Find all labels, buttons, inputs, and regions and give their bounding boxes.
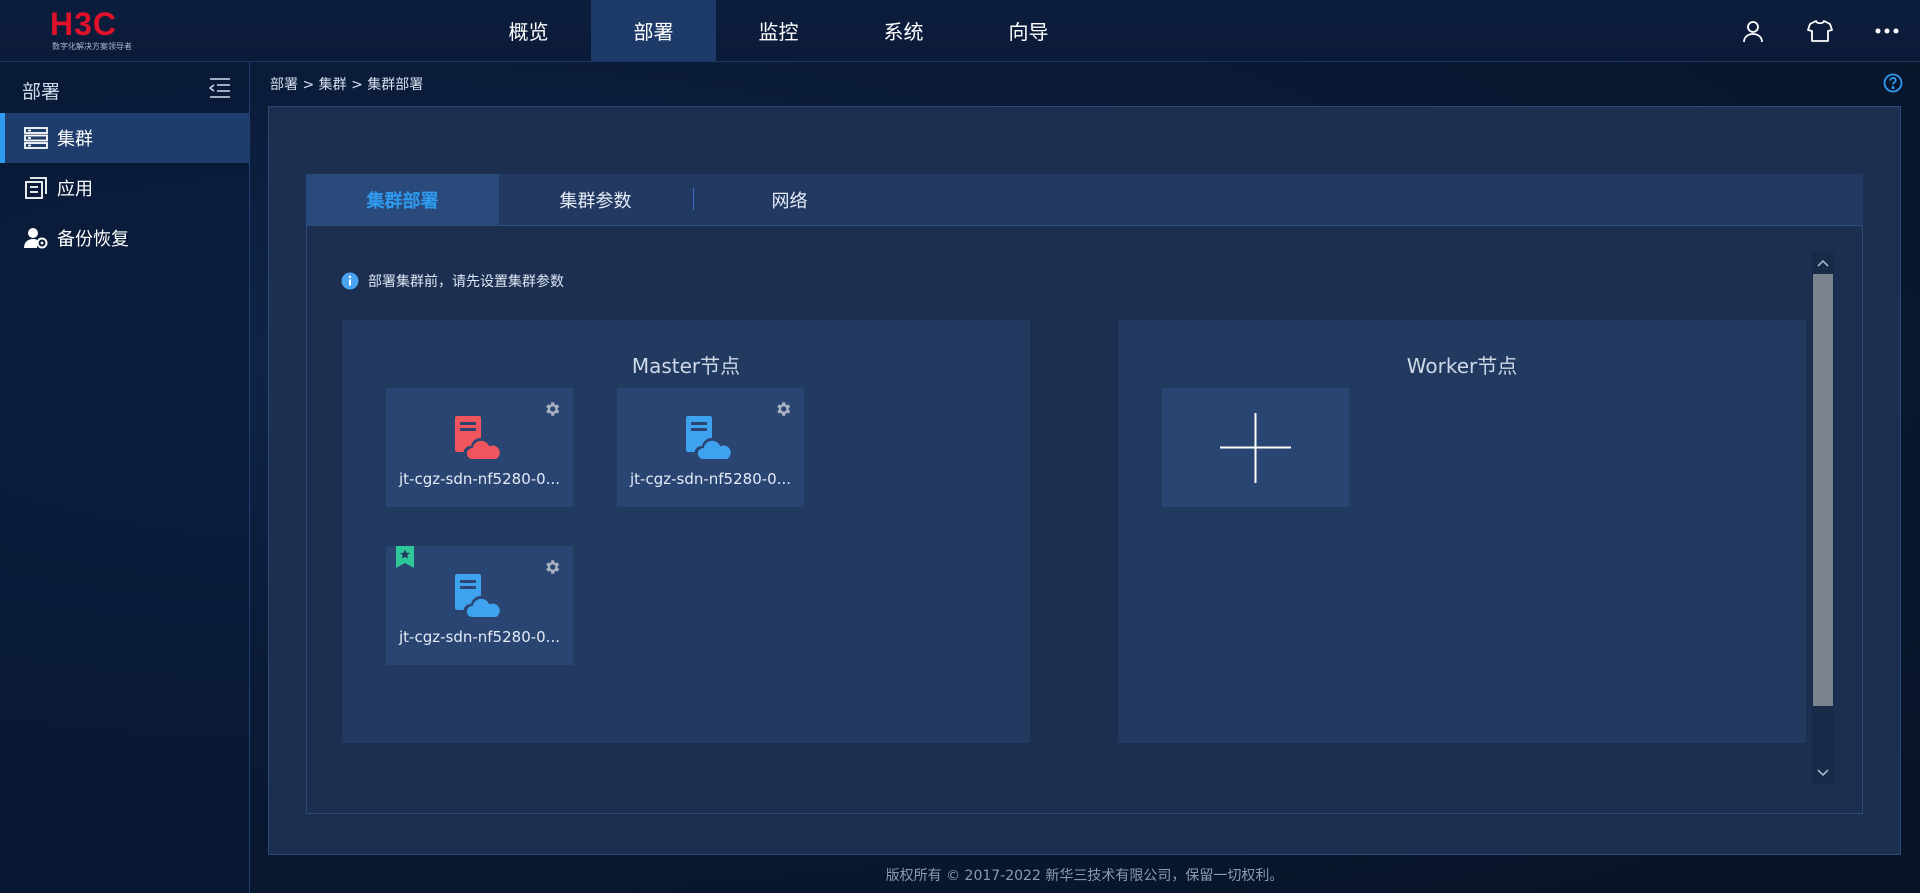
scroll-down-icon[interactable]: [1812, 764, 1834, 782]
shirt-icon[interactable]: [1786, 0, 1853, 61]
vertical-scrollbar[interactable]: [1812, 252, 1834, 784]
sidebar-title: 部署: [22, 81, 61, 103]
logo-subtitle: 数字化解决方案领导者: [52, 42, 132, 51]
sidebar-item-cluster[interactable]: 集群: [0, 113, 249, 163]
tab-bar: 集群部署 集群参数 网络: [306, 174, 1863, 226]
more-icon[interactable]: [1853, 0, 1920, 61]
copyright-footer: 版权所有 © 2017-2022 新华三技术有限公司，保留一切权利。: [885, 868, 1284, 884]
server-list-icon: [24, 126, 48, 150]
tab-cluster-params[interactable]: 集群参数: [499, 174, 692, 226]
nav-overview[interactable]: 概览: [466, 0, 591, 61]
server-cloud-icon: [452, 574, 504, 620]
nav-wizard[interactable]: 向导: [966, 0, 1091, 61]
master-group: Master节点 jt-cgz-sdn-nf5280-0... jt-cgz-s…: [342, 320, 1030, 743]
sidebar-item-backup[interactable]: 备份恢复: [0, 213, 249, 263]
sidebar-item-app[interactable]: 应用: [0, 163, 249, 213]
sidebar-list: 集群 应用 备份恢复: [0, 113, 249, 263]
collapse-menu-icon[interactable]: [208, 76, 232, 100]
sidebar: 部署 集群 应用 备份恢复: [0, 62, 250, 893]
server-cloud-icon: [683, 416, 735, 462]
h3c-logo[interactable]: H3C 数字化解决方案领导者: [50, 6, 160, 52]
info-tip: 部署集群前，请先设置集群参数: [341, 271, 564, 291]
sidebar-item-label: 应用: [57, 179, 93, 200]
nav-system[interactable]: 系统: [841, 0, 966, 61]
master-node-3[interactable]: jt-cgz-sdn-nf5280-0...: [386, 546, 573, 665]
master-node-1[interactable]: jt-cgz-sdn-nf5280-0...: [386, 388, 573, 507]
scrollbar-thumb[interactable]: [1813, 274, 1833, 706]
node-label: jt-cgz-sdn-nf5280-0...: [630, 470, 791, 488]
nav-monitor[interactable]: 监控: [716, 0, 841, 61]
info-icon: [341, 272, 359, 290]
nav-deploy[interactable]: 部署: [591, 0, 716, 61]
top-icon-group: [1719, 0, 1920, 61]
tip-text: 部署集群前，请先设置集群参数: [368, 274, 564, 290]
gear-icon[interactable]: [543, 400, 561, 418]
user-icon[interactable]: [1719, 0, 1786, 61]
gear-icon[interactable]: [774, 400, 792, 418]
plus-icon: [1220, 413, 1291, 483]
scroll-up-icon[interactable]: [1812, 254, 1834, 272]
worker-group: Worker节点: [1118, 320, 1806, 743]
star-bookmark-icon: [396, 546, 414, 568]
worker-title: Worker节点: [1406, 354, 1518, 378]
main-nav: 概览 部署 监控 系统 向导: [466, 0, 1091, 61]
tab-network[interactable]: 网络: [693, 174, 886, 226]
server-cloud-icon: [452, 416, 504, 462]
node-label: jt-cgz-sdn-nf5280-0...: [399, 628, 560, 646]
help-icon[interactable]: [1883, 73, 1903, 93]
sidebar-item-label: 备份恢复: [57, 229, 129, 250]
breadcrumb: 部署 > 集群 > 集群部署: [270, 77, 424, 93]
top-bar: H3C 数字化解决方案领导者 概览 部署 监控 系统 向导: [0, 0, 1920, 62]
sidebar-item-label: 集群: [57, 129, 93, 150]
master-title: Master节点: [631, 354, 741, 378]
gear-icon[interactable]: [543, 558, 561, 576]
add-worker-button[interactable]: [1162, 388, 1349, 507]
app-icon: [24, 176, 48, 200]
node-label: jt-cgz-sdn-nf5280-0...: [399, 470, 560, 488]
user-gear-icon: [24, 226, 48, 250]
logo-text: H3C: [50, 6, 118, 42]
tab-cluster-deploy[interactable]: 集群部署: [306, 174, 499, 226]
master-node-2[interactable]: jt-cgz-sdn-nf5280-0...: [617, 388, 804, 507]
